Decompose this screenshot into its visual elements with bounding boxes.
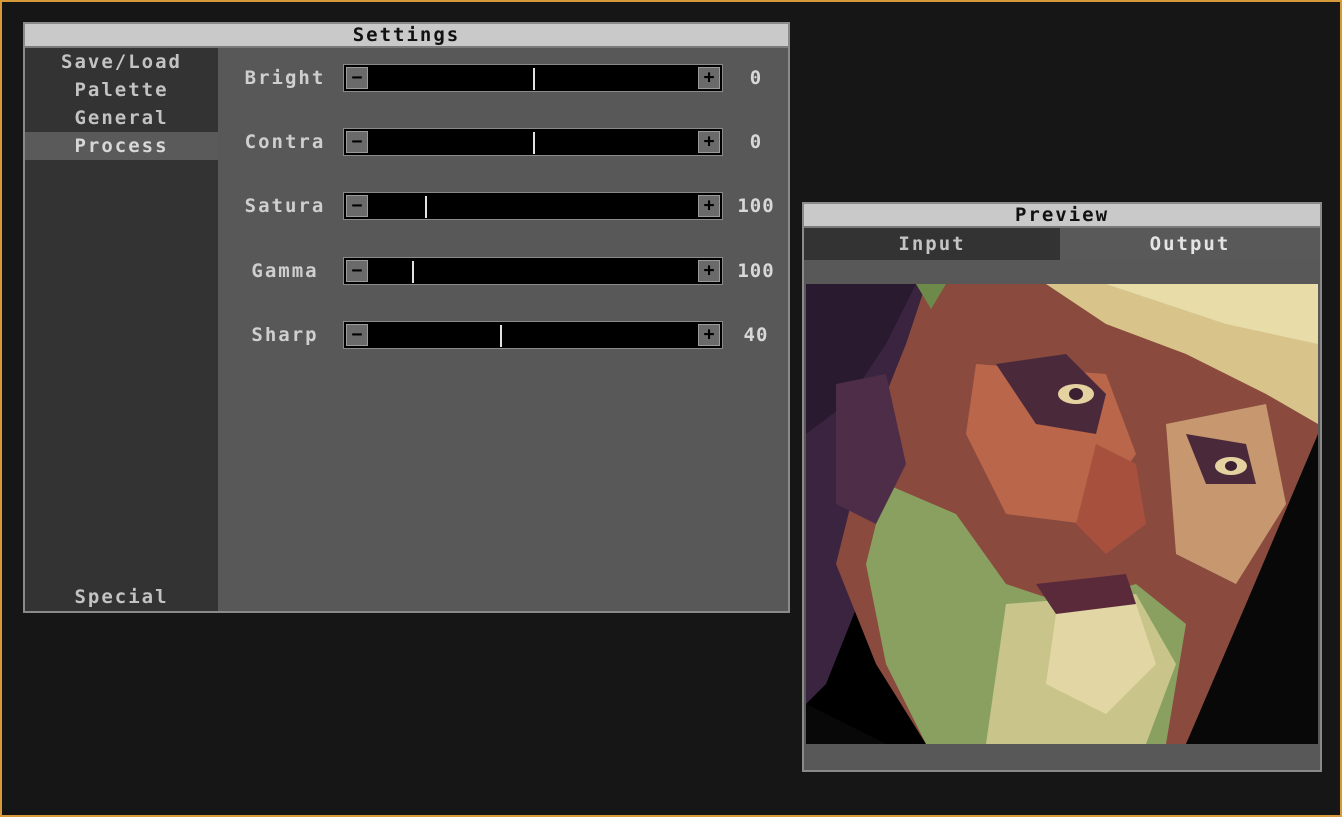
param-value: 40 [743, 324, 769, 346]
gamma-slider[interactable]: − + [343, 257, 723, 285]
preview-title[interactable]: Preview [804, 204, 1320, 228]
sidebar-item-general[interactable]: General [25, 104, 218, 132]
param-label: Contra [244, 131, 326, 153]
increase-button[interactable]: + [698, 324, 720, 346]
increase-button[interactable]: + [698, 67, 720, 89]
settings-title[interactable]: Settings [25, 24, 788, 48]
sidebar-item-special[interactable]: Special [25, 583, 218, 611]
decrease-button[interactable]: − [346, 131, 368, 153]
decrease-button[interactable]: − [346, 324, 368, 346]
param-value: 100 [737, 195, 775, 217]
decrease-button[interactable]: − [346, 67, 368, 89]
settings-sidebar: Save/Load Palette General Process Specia… [25, 48, 218, 611]
preview-window: Preview Input Output [802, 202, 1322, 772]
param-label: Sharp [251, 324, 319, 346]
sharp-slider[interactable]: − + [343, 321, 723, 349]
param-label: Gamma [251, 260, 319, 282]
satura-slider[interactable]: − + [343, 192, 723, 220]
tab-output[interactable]: Output [1060, 228, 1320, 260]
param-label: Satura [244, 195, 326, 217]
tab-input[interactable]: Input [804, 228, 1060, 260]
decrease-button[interactable]: − [346, 260, 368, 282]
slider-thumb[interactable] [500, 325, 503, 347]
preview-image [806, 284, 1318, 744]
increase-button[interactable]: + [698, 195, 720, 217]
increase-button[interactable]: + [698, 131, 720, 153]
increase-button[interactable]: + [698, 260, 720, 282]
param-value: 100 [737, 260, 775, 282]
slider-thumb[interactable] [425, 196, 428, 218]
slider-thumb[interactable] [533, 68, 535, 90]
slider-thumb[interactable] [412, 261, 415, 283]
settings-window: Settings Save/Load Palette General Proce… [23, 22, 790, 613]
sidebar-item-process[interactable]: Process [25, 132, 218, 160]
sidebar-item-save-load[interactable]: Save/Load [25, 48, 218, 76]
contra-slider[interactable]: − + [343, 128, 723, 156]
slider-thumb[interactable] [533, 132, 535, 154]
preview-tabs: Input Output [804, 228, 1320, 260]
param-label: Bright [244, 67, 326, 89]
bright-slider[interactable]: − + [343, 64, 723, 92]
portrait-image [806, 284, 1318, 744]
sidebar-item-palette[interactable]: Palette [25, 76, 218, 104]
param-value: 0 [749, 131, 763, 153]
param-value: 0 [749, 67, 763, 89]
decrease-button[interactable]: − [346, 195, 368, 217]
